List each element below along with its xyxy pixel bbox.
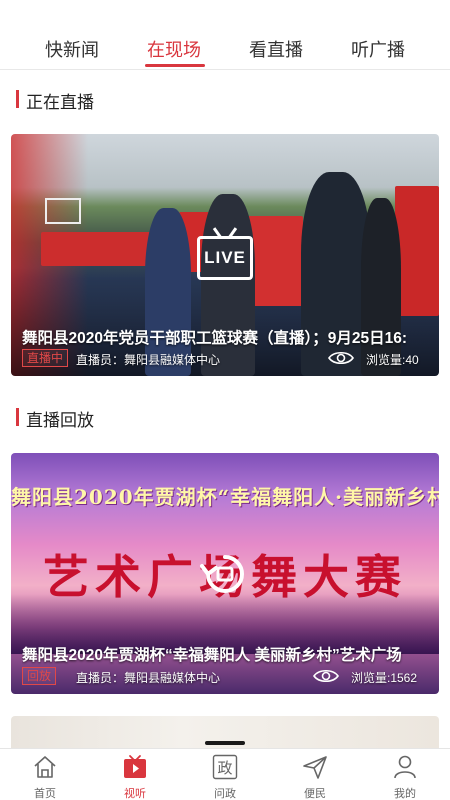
image-banner: [41, 232, 151, 266]
live-status-badge: 直播中: [22, 349, 69, 367]
image-person: [361, 198, 401, 376]
eye-icon: [313, 669, 339, 683]
nav-profile[interactable]: 我的: [375, 749, 435, 800]
tab-radio[interactable]: 听广播: [351, 36, 405, 62]
replay-icon[interactable]: [198, 551, 252, 597]
send-icon: [303, 756, 327, 779]
eye-icon: [328, 351, 354, 365]
tab-quick-news[interactable]: 快新闻: [45, 36, 99, 62]
video-icon: [124, 755, 146, 778]
nav-label-convenience: 便民: [304, 788, 326, 800]
tab-watch-live[interactable]: 看直播: [249, 36, 303, 62]
replay-status-badge: 回放: [22, 667, 57, 685]
replay-view-count: 浏览量:1562: [351, 671, 418, 685]
poster-header-text: 舞阳县2020年贾湖杯“幸福舞阳人·美丽新乡村”: [11, 485, 439, 509]
image-person: [201, 194, 255, 376]
live-tv-icon[interactable]: LIVE: [197, 236, 253, 280]
live-card-title[interactable]: 舞阳县2020年党员干部职工篮球赛（直播）；9月25日16:: [22, 326, 438, 348]
nav-convenience[interactable]: 便民: [285, 749, 345, 800]
nav-label-profile: 我的: [394, 788, 416, 800]
zheng-icon: 政: [212, 754, 238, 780]
home-indicator: [205, 741, 245, 745]
section-title-replay: 直播回放: [16, 406, 94, 431]
nav-label-video: 视听: [124, 788, 146, 800]
live-view-count: 浏览量:40: [366, 353, 419, 367]
active-tab-indicator: [145, 64, 205, 67]
image-banner: [395, 186, 439, 316]
top-tab-bar: 快新闻 在现场 看直播 听广播: [0, 0, 450, 70]
svg-text:政: 政: [217, 759, 232, 777]
live-broadcaster: 直播员：舞阳县融媒体中心: [76, 353, 221, 367]
nav-label-home: 首页: [34, 788, 56, 800]
basketball-hoop: [45, 198, 81, 224]
replay-broadcaster: 直播员：舞阳县融媒体中心: [76, 671, 221, 685]
home-icon: [34, 756, 56, 778]
nav-politics[interactable]: 政 问政: [195, 749, 255, 800]
nav-video[interactable]: 视听: [105, 749, 165, 800]
replay-card-title[interactable]: 舞阳县2020年贾湖杯“幸福舞阳人 美丽新乡村”艺术广场: [22, 643, 438, 665]
tab-on-site[interactable]: 在现场: [147, 36, 201, 62]
section-title-live: 正在直播: [16, 88, 94, 113]
user-icon: [394, 755, 416, 779]
nav-label-politics: 问政: [214, 788, 236, 800]
nav-home[interactable]: 首页: [15, 749, 75, 800]
bottom-nav-bar: 首页 视听 政 问政 便民 我的: [0, 748, 450, 800]
